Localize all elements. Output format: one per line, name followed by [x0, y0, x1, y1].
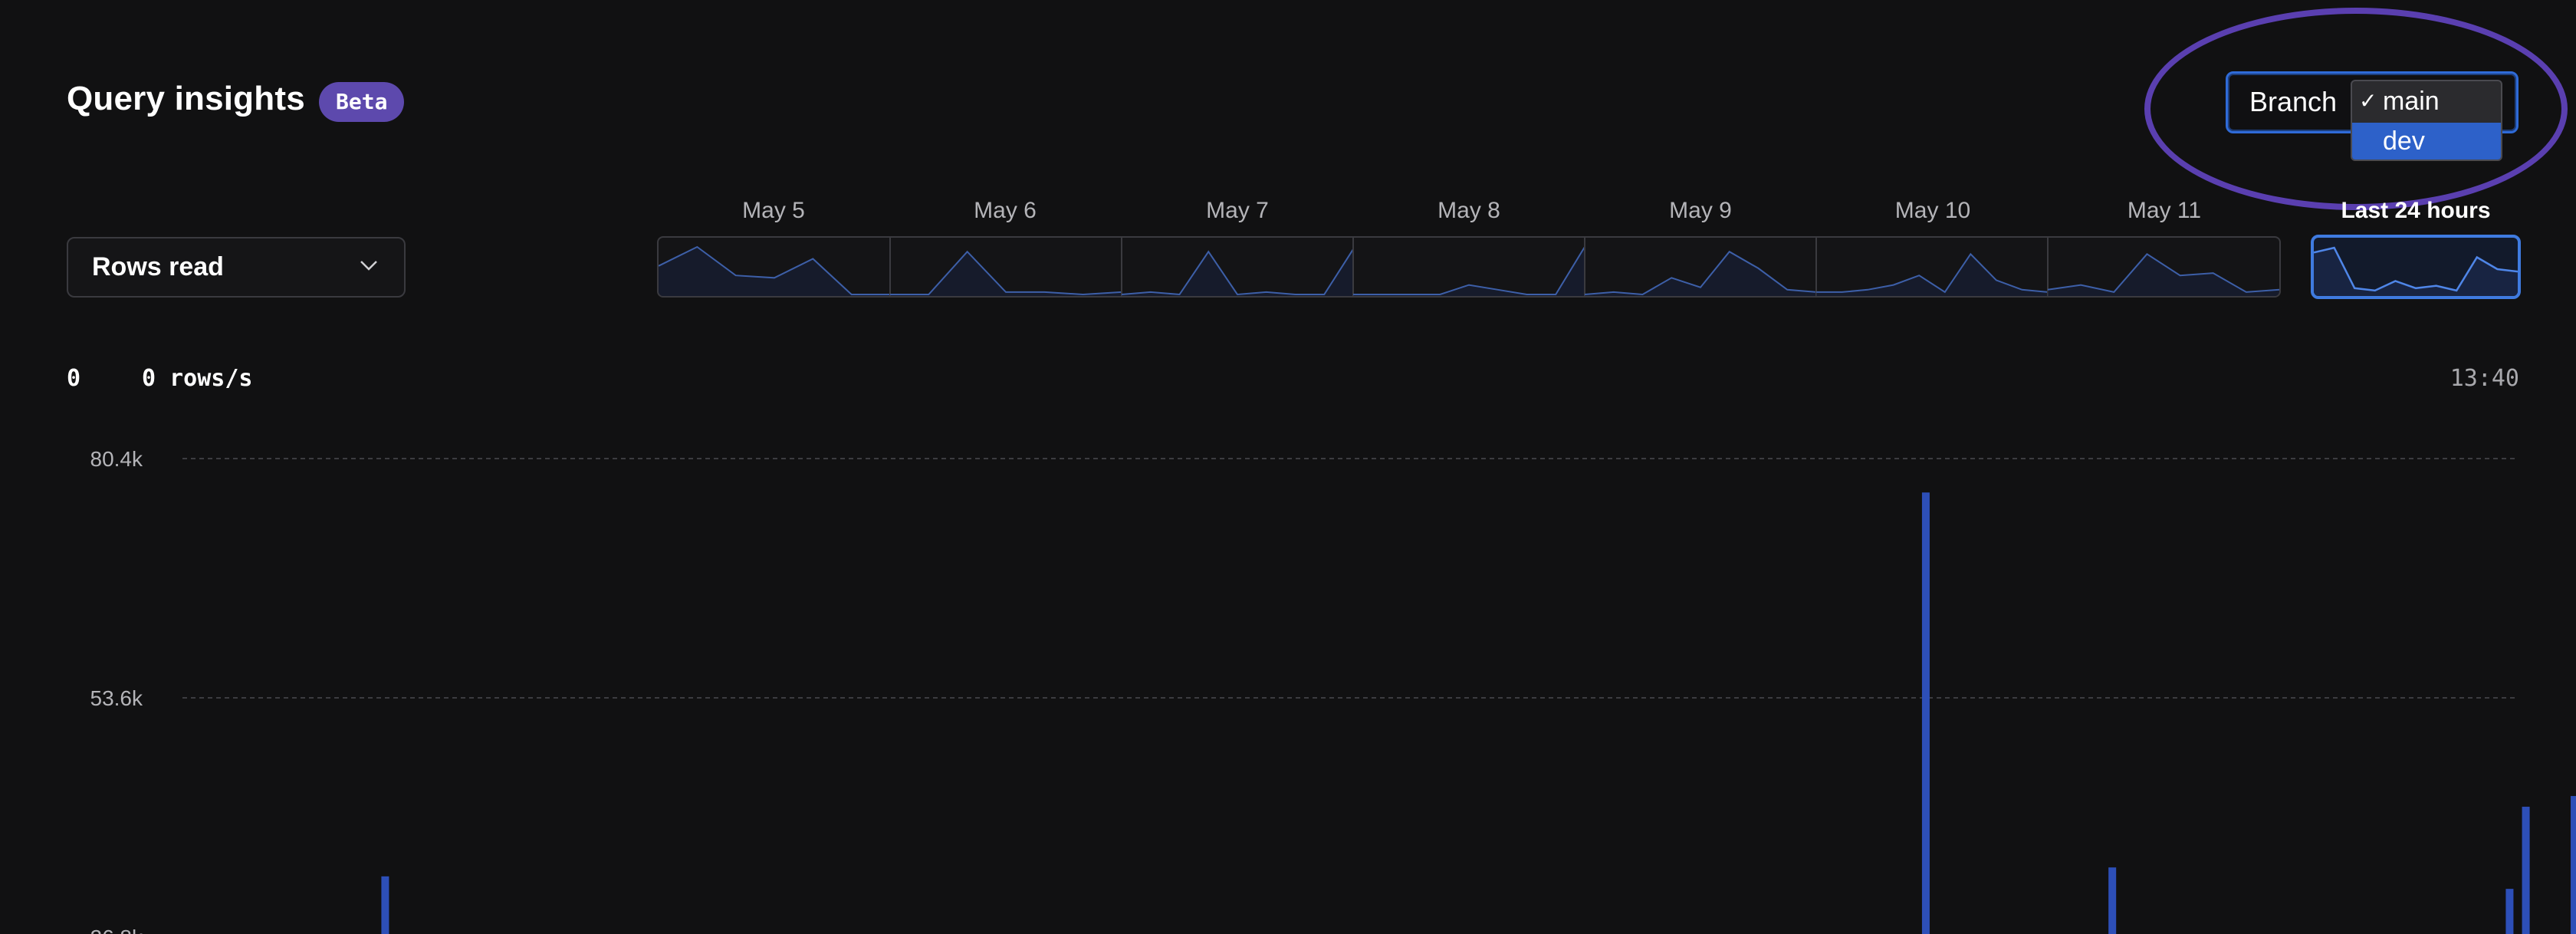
sparkline-area — [2048, 254, 2279, 296]
sparkline-area — [1353, 247, 1585, 296]
timeline-selected-label: Last 24 hours — [2341, 198, 2491, 223]
chart-bar — [2522, 807, 2530, 934]
chart-bar — [381, 876, 389, 934]
sparkline-line — [1121, 248, 1354, 296]
sparkline-area — [1122, 249, 1353, 296]
timeline-date-label: May 10 — [1894, 198, 1971, 223]
page-title: Query insights — [67, 80, 305, 117]
beta-badge: Beta — [319, 82, 405, 122]
chart-bar — [2505, 889, 2514, 934]
timeline-date-label: May 8 — [1438, 198, 1500, 223]
rows-read-chart[interactable]: 80.4k 53.6k 26.8k — [0, 429, 2576, 934]
readout-value: 0 — [67, 365, 81, 392]
timeline-date-label: May 6 — [974, 198, 1037, 223]
readout-time: 13:40 — [2450, 365, 2519, 392]
y-axis-tick-label: 26.8k — [90, 926, 143, 934]
timeline-date-label: May 7 — [1206, 198, 1269, 223]
annotation-ellipse — [2144, 8, 2568, 210]
sparkline-area — [659, 247, 890, 296]
y-axis-tick-label: 53.6k — [90, 686, 143, 710]
sparkline-line — [890, 250, 1122, 296]
chart-bar — [1921, 492, 1930, 934]
timeline-overview-strip[interactable] — [657, 236, 2281, 298]
timeline-date-label: May 5 — [742, 198, 805, 223]
readout-rate: 0 rows/s — [142, 365, 253, 392]
timeline-last-24-hours[interactable] — [2311, 235, 2521, 299]
chart-bar — [2108, 867, 2117, 934]
metric-select-value: Rows read — [92, 252, 224, 281]
timeline-date-label: May 9 — [1669, 198, 1732, 223]
sparkline-area — [890, 252, 1122, 296]
timeline-date-label: May 11 — [2127, 198, 2202, 223]
sparkline-area — [1816, 254, 2048, 296]
y-axis-tick-label: 80.4k — [90, 447, 143, 471]
chevron-down-icon — [360, 261, 377, 271]
sparkline-area — [1585, 252, 1816, 296]
chart-bar — [2571, 796, 2576, 934]
